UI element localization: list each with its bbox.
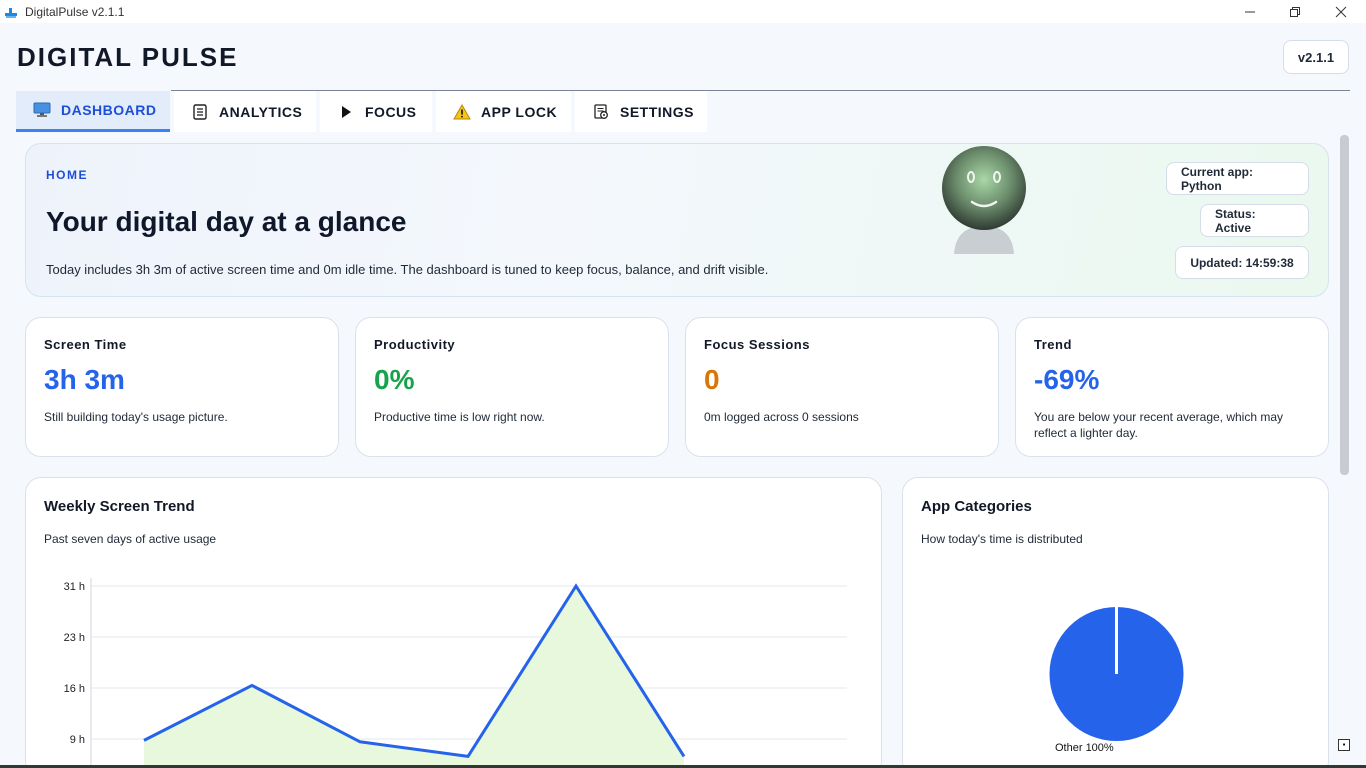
app-icon (3, 4, 19, 20)
page-title: Your digital day at a glance (46, 206, 407, 237)
scrollbar[interactable] (1338, 133, 1351, 751)
version-button[interactable]: v2.1.1 (1283, 40, 1349, 74)
breadcrumb: HOME (46, 168, 88, 182)
stat-note: Productive time is low right now. (374, 410, 545, 424)
tab-analytics[interactable]: ANALYTICS (174, 91, 316, 132)
y-tick-label: 16 h (64, 683, 85, 695)
stat-value: 0% (374, 364, 415, 395)
stat-card-screen-time: Screen Time 3h 3m Still building today's… (25, 317, 339, 457)
app-categories-card: App Categories How today's time is distr… (902, 477, 1329, 768)
tab-dashboard-label: DASHBOARD (61, 102, 157, 118)
stat-note: Still building today's usage picture. (44, 410, 228, 424)
updated-timestamp: Updated: 14:59:38 (1175, 246, 1309, 279)
tab-app-lock[interactable]: APP LOCK (436, 91, 571, 132)
settings-icon (592, 103, 610, 121)
stat-note: 0m logged across 0 sessions (704, 410, 859, 424)
stat-value: -69% (1034, 364, 1100, 395)
stat-label: Focus Sessions (704, 337, 810, 352)
avatar (932, 144, 1036, 254)
tab-analytics-label: ANALYTICS (219, 103, 303, 120)
y-tick-label: 9 h (70, 734, 85, 746)
document-icon (191, 103, 209, 121)
restore-icon (1290, 6, 1300, 17)
stat-card-trend: Trend -69% You are below your recent ave… (1015, 317, 1329, 457)
minimize-icon (1245, 11, 1255, 12)
tab-dashboard[interactable]: DASHBOARD (16, 91, 170, 132)
y-tick-label: 31 h (64, 581, 85, 593)
stat-card-productivity: Productivity 0% Productive time is low r… (355, 317, 669, 457)
area-fill (144, 586, 684, 768)
stat-card-focus-sessions: Focus Sessions 0 0m logged across 0 sess… (685, 317, 999, 457)
close-icon (1335, 6, 1347, 17)
window-titlebar: DigitalPulse v2.1.1 (0, 0, 1366, 23)
minimize-button[interactable] (1227, 0, 1273, 23)
stat-label: Screen Time (44, 337, 127, 352)
stat-note: You are below your recent average, which… (1034, 410, 1284, 440)
scrollbar-thumb[interactable] (1340, 135, 1349, 475)
status-badge: Status: Active (1200, 204, 1309, 237)
current-app-badge: Current app: Python (1166, 162, 1309, 195)
stat-label: Trend (1034, 337, 1072, 352)
pie-slice-label: Other 100% (1055, 742, 1114, 754)
weekly-trend-chart: 9 h 16 h 23 h 31 h (64, 578, 847, 768)
app-categories-pie (1049, 607, 1184, 741)
hero-description: Today includes 3h 3m of active screen ti… (46, 262, 769, 277)
stat-label: Productivity (374, 337, 456, 352)
stat-value: 3h 3m (44, 364, 125, 395)
hero-panel: HOME Your digital day at a glance Today … (25, 143, 1329, 297)
tab-settings[interactable]: SETTINGS (575, 91, 707, 132)
tab-app-lock-label: APP LOCK (481, 103, 558, 120)
tab-focus[interactable]: FOCUS (320, 91, 432, 132)
resize-grip[interactable]: ▪ (1338, 739, 1350, 751)
weekly-trend-card: Weekly Screen Trend Past seven days of a… (25, 477, 882, 768)
warning-icon (453, 103, 471, 121)
restore-button[interactable] (1272, 0, 1318, 23)
tab-focus-label: FOCUS (365, 103, 417, 120)
close-button[interactable] (1318, 0, 1364, 23)
stat-value: 0 (704, 364, 720, 395)
tab-settings-label: SETTINGS (620, 103, 695, 120)
play-icon (337, 103, 355, 121)
y-tick-label: 23 h (64, 632, 85, 644)
window-title: DigitalPulse v2.1.1 (25, 4, 125, 19)
monitor-icon (33, 101, 51, 119)
app-title: DIGITAL PULSE (17, 42, 239, 72)
